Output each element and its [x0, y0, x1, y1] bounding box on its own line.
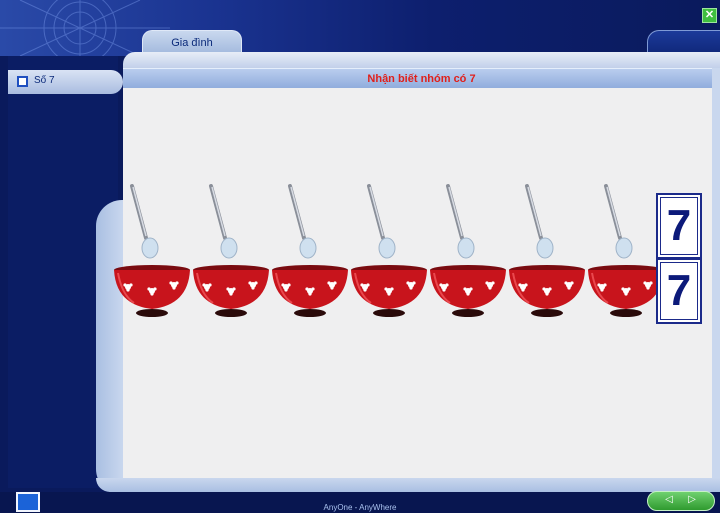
spoon-image — [128, 184, 164, 260]
frame-top — [123, 52, 720, 68]
spoon-image — [207, 184, 243, 260]
header-banner — [0, 0, 720, 56]
bowl-image — [507, 265, 587, 323]
spoon-image — [444, 184, 480, 260]
sidebar-item-label: Số 7 — [34, 75, 55, 86]
frame-right — [712, 68, 720, 492]
bowl-image — [428, 265, 508, 323]
spoon-image — [523, 184, 559, 260]
lesson-title-bar: Nhận biết nhóm có 7 — [123, 68, 720, 89]
close-button[interactable]: ✕ — [702, 8, 717, 23]
number-card-spoons[interactable]: 7 — [656, 193, 702, 259]
spoon-image — [365, 184, 401, 260]
spoon-image — [286, 184, 322, 260]
frame-left-curve — [96, 200, 123, 495]
navigation-pill: ◁ ▷ — [647, 491, 715, 511]
lesson-title: Nhận biết nhóm có 7 — [367, 73, 476, 85]
bowl-image — [191, 265, 271, 323]
footer-text: AnyOne - AnyWhere — [323, 503, 397, 512]
bowl-image — [112, 265, 192, 323]
frame-bottom — [96, 478, 720, 492]
prev-button[interactable]: ◁ — [658, 493, 680, 507]
checkbox-icon — [17, 76, 28, 87]
bowl-image — [586, 265, 666, 323]
sidebar-item-so-7[interactable]: Số 7 — [8, 70, 123, 94]
number-card-bowls[interactable]: 7 — [656, 258, 702, 324]
bowl-image — [349, 265, 429, 323]
spoon-image — [602, 184, 638, 260]
next-button[interactable]: ▷ — [681, 493, 703, 507]
bowl-image — [270, 265, 350, 323]
